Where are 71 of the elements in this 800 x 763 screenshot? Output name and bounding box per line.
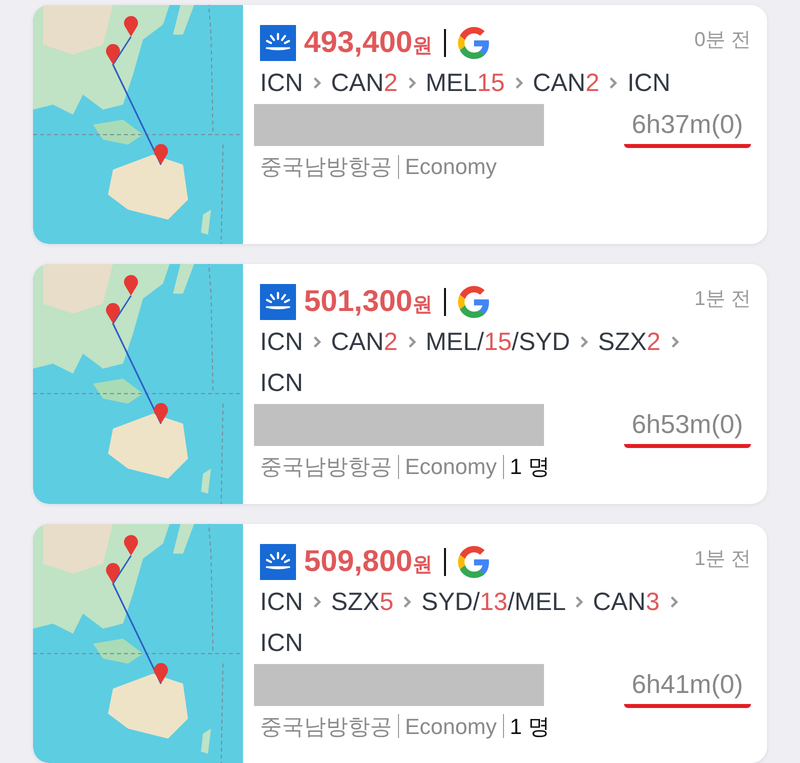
airport-code: CAN <box>532 69 586 97</box>
flight-info: 중국남방항공 <box>260 712 392 741</box>
chevron-right-icon <box>609 77 618 89</box>
google-g-icon <box>458 27 490 59</box>
airport-code: SYD <box>518 328 570 356</box>
chevron-right-icon <box>313 77 322 89</box>
flight-card[interactable]: 509,800원 1분 전 ICN SZX5 SYD/13/MEL CAN3 ICN 6h41m(0) 중국남방항공 Economy 1 명 <box>33 524 767 763</box>
google-g-icon <box>458 546 490 578</box>
duration: 6h53m(0) <box>624 404 751 448</box>
slash-separator: / <box>476 328 484 356</box>
time-ago: 1분 전 <box>694 287 751 312</box>
stay-days: 15 <box>476 69 505 97</box>
stay-days: 15 <box>484 328 512 356</box>
price: 509,800 <box>304 546 412 577</box>
airport-code: CAN <box>592 588 646 616</box>
airport-code: CAN <box>330 69 384 97</box>
stay-days: 2 <box>384 69 398 97</box>
airport-code: ICN <box>627 69 670 97</box>
chevron-right-icon <box>408 336 416 348</box>
flight-info: Economy <box>405 153 497 181</box>
currency: 원 <box>412 554 432 575</box>
stay-days: 2 <box>384 328 398 356</box>
flight-info: 중국남방항공 <box>260 453 392 482</box>
sun-logo-icon <box>260 284 296 320</box>
stay-days: 5 <box>380 588 394 616</box>
airport-code: ICN <box>260 628 304 657</box>
airport-code: SZX <box>598 328 647 356</box>
airport-code: ICN <box>260 328 304 356</box>
chevron-right-icon <box>574 596 583 608</box>
airport-code: ICN <box>260 588 304 616</box>
duration: 6h41m(0) <box>624 664 751 708</box>
price: 501,300 <box>304 287 412 318</box>
duration: 6h37m(0) <box>624 104 751 148</box>
airport-code: ICN <box>260 69 304 97</box>
sun-logo-icon <box>260 544 296 580</box>
airport-code: SYD <box>421 588 473 616</box>
slash-separator: / <box>512 328 519 356</box>
flight-info: Economy <box>405 712 497 741</box>
flight-info: 중국남방항공 <box>260 153 392 181</box>
stay-days: 2 <box>586 69 600 97</box>
stay-days: 3 <box>646 588 660 616</box>
airport-code: MEL <box>514 588 566 616</box>
flight-card[interactable]: 501,300원 1분 전 ICN CAN2 MEL/15/SYD SZX2 ICN 6h53m(0) 중국남방항공 Economy 1 명 <box>33 264 767 504</box>
passenger-count: 1 명 <box>510 712 550 741</box>
chevron-right-icon <box>408 77 416 89</box>
chevron-right-icon <box>670 336 678 348</box>
stay-days: 13 <box>480 588 508 616</box>
google-g-icon <box>458 286 490 318</box>
currency: 원 <box>412 295 432 316</box>
airport-code: MEL <box>426 328 477 356</box>
flight-card[interactable]: 493,400원 0분 전 ICN CAN2 MEL15 CAN2 ICN 6h37m(0) 중국남방항공 Economy <box>33 5 767 244</box>
airport-code: MEL <box>426 69 477 97</box>
time-ago: 1분 전 <box>694 546 751 572</box>
flight-info: Economy <box>405 453 497 482</box>
chevron-right-icon <box>313 596 322 608</box>
chevron-right-icon <box>403 596 412 608</box>
chevron-right-icon <box>313 336 322 348</box>
airport-code: CAN <box>330 328 384 356</box>
airport-code: ICN <box>260 369 304 398</box>
airport-code: SZX <box>330 588 380 616</box>
time-ago: 0분 전 <box>694 28 751 53</box>
chevron-right-icon <box>670 596 678 608</box>
currency: 원 <box>412 36 432 56</box>
sun-logo-icon <box>260 25 296 61</box>
passenger-count: 1 명 <box>510 453 550 482</box>
stay-days: 2 <box>646 328 661 356</box>
chevron-right-icon <box>580 336 588 348</box>
slash-separator: / <box>508 588 515 616</box>
slash-separator: / <box>472 588 480 616</box>
chevron-right-icon <box>514 77 523 89</box>
price: 493,400 <box>304 28 412 58</box>
